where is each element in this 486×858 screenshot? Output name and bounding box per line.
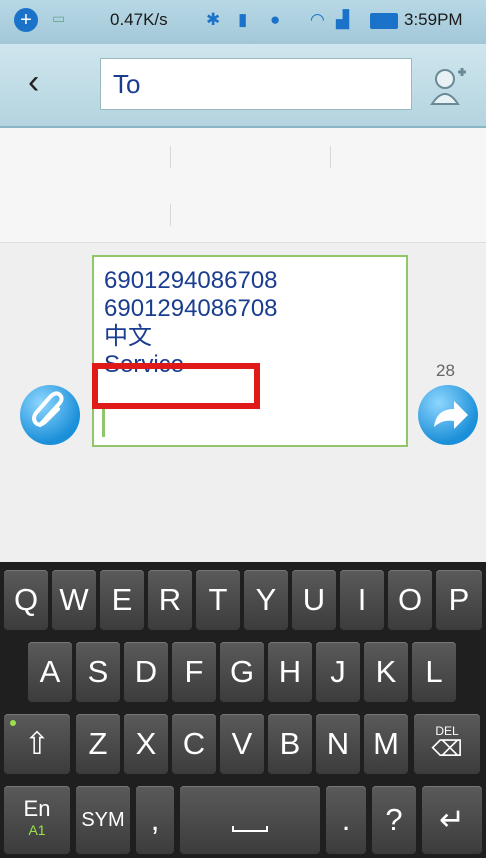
key-u[interactable]: U xyxy=(292,570,336,630)
divider xyxy=(170,146,171,168)
space-key[interactable] xyxy=(180,786,320,854)
add-notification-icon: + xyxy=(14,8,38,32)
key-v[interactable]: V xyxy=(220,714,264,774)
period-key[interactable]: . xyxy=(326,786,366,854)
key-t[interactable]: T xyxy=(196,570,240,630)
sym-key[interactable]: SYM xyxy=(76,786,130,854)
lang-label: En xyxy=(23,796,51,821)
to-field[interactable]: To xyxy=(100,58,412,110)
signal-icon: ▟ xyxy=(336,10,350,29)
key-a[interactable]: A xyxy=(28,642,72,702)
attach-button[interactable] xyxy=(20,385,80,445)
status-bar: + ▭ 0.47K/s ✱ ▮ ● ◠ ▟ 3:59PM xyxy=(0,0,486,44)
shift-indicator xyxy=(10,720,16,726)
key-d[interactable]: D xyxy=(124,642,168,702)
key-n[interactable]: N xyxy=(316,714,360,774)
key-m[interactable]: M xyxy=(364,714,408,774)
key-r[interactable]: R xyxy=(148,570,192,630)
paperclip-icon xyxy=(32,391,64,427)
key-k[interactable]: K xyxy=(364,642,408,702)
key-w[interactable]: W xyxy=(52,570,96,630)
delete-key[interactable]: DEL ⌫ xyxy=(414,714,480,774)
key-z[interactable]: Z xyxy=(76,714,120,774)
key-x[interactable]: X xyxy=(124,714,168,774)
backspace-icon: ⌫ xyxy=(431,736,463,761)
enter-key[interactable]: ↵ xyxy=(422,786,482,854)
key-q[interactable]: Q xyxy=(4,570,48,630)
question-key[interactable]: ? xyxy=(372,786,416,854)
back-button[interactable]: ‹ xyxy=(28,64,64,100)
key-h[interactable]: H xyxy=(268,642,312,702)
key-s[interactable]: S xyxy=(76,642,120,702)
bluetooth-icon: ✱ xyxy=(206,10,221,29)
key-g[interactable]: G xyxy=(220,642,264,702)
compose-area: 6901294086708 6901294086708 中文 Service 2… xyxy=(0,242,486,563)
lang-sub-label: A1 xyxy=(28,822,46,838)
chevron-left-icon: ‹ xyxy=(28,63,40,101)
message-line: 中文 xyxy=(104,323,152,350)
divider xyxy=(330,146,331,168)
key-i[interactable]: I xyxy=(340,570,384,630)
comma-key[interactable]: , xyxy=(136,786,174,854)
sync-icon: ● xyxy=(270,10,281,29)
wifi-icon: ◠ xyxy=(310,10,325,29)
send-button[interactable] xyxy=(418,385,478,445)
clock: 3:59PM xyxy=(404,10,463,29)
keyboard: Q W E R T Y U I O P A S D F G H J K L ⇧ … xyxy=(0,562,486,858)
key-j[interactable]: J xyxy=(316,642,360,702)
key-l[interactable]: L xyxy=(412,642,456,702)
key-b[interactable]: B xyxy=(268,714,312,774)
language-key[interactable]: En A1 xyxy=(4,786,70,854)
space-icon xyxy=(232,826,268,832)
key-c[interactable]: C xyxy=(172,714,216,774)
enter-icon: ↵ xyxy=(439,802,465,837)
divider xyxy=(170,204,171,226)
vibrate-icon: ▮ xyxy=(238,10,248,29)
key-o[interactable]: O xyxy=(388,570,432,630)
message-line: 6901294086708 xyxy=(104,295,278,322)
net-speed: 0.47K/s xyxy=(110,10,168,29)
to-placeholder: To xyxy=(113,69,141,99)
key-y[interactable]: Y xyxy=(244,570,288,630)
shift-key[interactable]: ⇧ xyxy=(4,714,70,774)
message-line: 6901294086708 xyxy=(104,267,278,294)
key-e[interactable]: E xyxy=(100,570,144,630)
add-contact-icon xyxy=(430,68,466,105)
send-arrow-icon xyxy=(434,401,468,429)
shift-arrow-icon: ⇧ xyxy=(24,726,50,761)
conversation-area xyxy=(0,128,486,242)
message-input[interactable]: 6901294086708 6901294086708 中文 Service xyxy=(92,255,408,447)
char-counter: 28 xyxy=(436,361,455,380)
battery-icon xyxy=(370,13,398,29)
keyboard-status-icon: ▭ xyxy=(52,10,66,26)
add-contact-button[interactable] xyxy=(428,66,470,106)
text-cursor xyxy=(102,407,105,437)
highlight-box xyxy=(92,363,260,409)
recipient-header: ‹ To xyxy=(0,44,486,128)
key-p[interactable]: P xyxy=(436,570,482,630)
key-f[interactable]: F xyxy=(172,642,216,702)
